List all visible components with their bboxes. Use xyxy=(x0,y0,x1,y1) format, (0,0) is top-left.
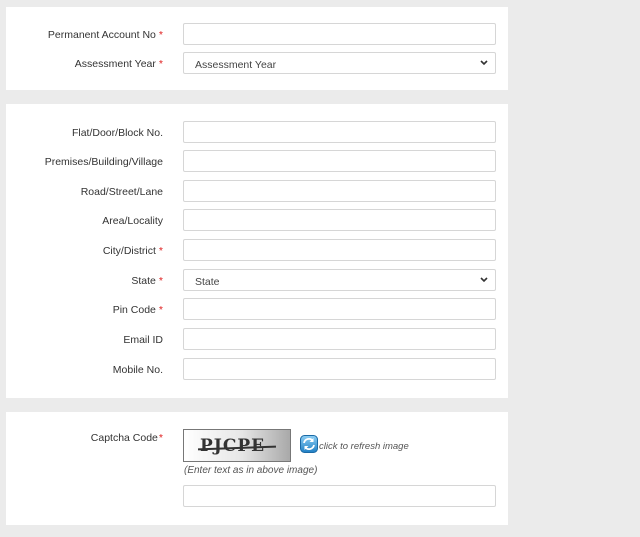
mobile-row: Mobile No. xyxy=(6,358,508,382)
pin-label: Pin Code * xyxy=(112,304,163,316)
chevron-down-icon xyxy=(480,60,488,66)
required-marker: * xyxy=(158,275,163,287)
pan-input[interactable] xyxy=(183,23,496,45)
city-input[interactable] xyxy=(183,239,496,261)
required-marker: * xyxy=(158,245,163,257)
area-label: Area/Locality xyxy=(102,215,163,227)
email-row: Email ID xyxy=(6,328,508,352)
premises-input[interactable] xyxy=(183,150,496,172)
state-label: State * xyxy=(131,275,163,287)
captcha-label: Captcha Code* xyxy=(90,432,163,444)
area-input[interactable] xyxy=(183,209,496,231)
refresh-icon[interactable] xyxy=(300,435,318,453)
state-select[interactable]: State xyxy=(183,269,496,291)
city-row: City/District * xyxy=(6,239,508,263)
state-row: State * State xyxy=(6,269,508,293)
captcha-image: PJCPE xyxy=(183,429,291,462)
mobile-label: Mobile No. xyxy=(112,364,163,376)
required-marker: * xyxy=(158,29,163,41)
flat-input[interactable] xyxy=(183,121,496,143)
captcha-input[interactable] xyxy=(183,485,496,507)
required-marker: * xyxy=(158,432,163,444)
pin-input[interactable] xyxy=(183,298,496,320)
road-input[interactable] xyxy=(183,180,496,202)
state-selected: State xyxy=(195,276,220,288)
pan-row: Permanent Account No * xyxy=(6,23,508,47)
captcha-hint: (Enter text as in above image) xyxy=(184,465,318,476)
required-marker: * xyxy=(158,304,163,316)
assessment-year-label: Assessment Year * xyxy=(74,58,163,70)
email-input[interactable] xyxy=(183,328,496,350)
assessment-year-selected: Assessment Year xyxy=(195,59,277,71)
road-label: Road/Street/Lane xyxy=(80,186,163,198)
pan-label: Permanent Account No * xyxy=(47,29,163,41)
assessment-year-row: Assessment Year * Assessment Year xyxy=(6,52,508,76)
city-label: City/District * xyxy=(102,245,163,257)
flat-label: Flat/Door/Block No. xyxy=(71,127,163,139)
required-marker: * xyxy=(158,58,163,70)
mobile-input[interactable] xyxy=(183,358,496,380)
address-section: Flat/Door/Block No. Premises/Building/Vi… xyxy=(6,104,508,398)
chevron-down-icon xyxy=(480,277,488,283)
assessment-year-select[interactable]: Assessment Year xyxy=(183,52,496,74)
captcha-section: Captcha Code* PJCPE click to refresh ima… xyxy=(6,412,508,525)
email-label: Email ID xyxy=(123,334,163,346)
premises-label: Premises/Building/Village xyxy=(44,156,163,168)
pin-row: Pin Code * xyxy=(6,298,508,322)
area-row: Area/Locality xyxy=(6,209,508,233)
flat-row: Flat/Door/Block No. xyxy=(6,121,508,145)
premises-row: Premises/Building/Village xyxy=(6,150,508,174)
pan-section: Permanent Account No * Assessment Year * A… xyxy=(6,7,508,90)
road-row: Road/Street/Lane xyxy=(6,180,508,204)
refresh-captcha-link[interactable]: click to refresh image xyxy=(319,441,409,452)
